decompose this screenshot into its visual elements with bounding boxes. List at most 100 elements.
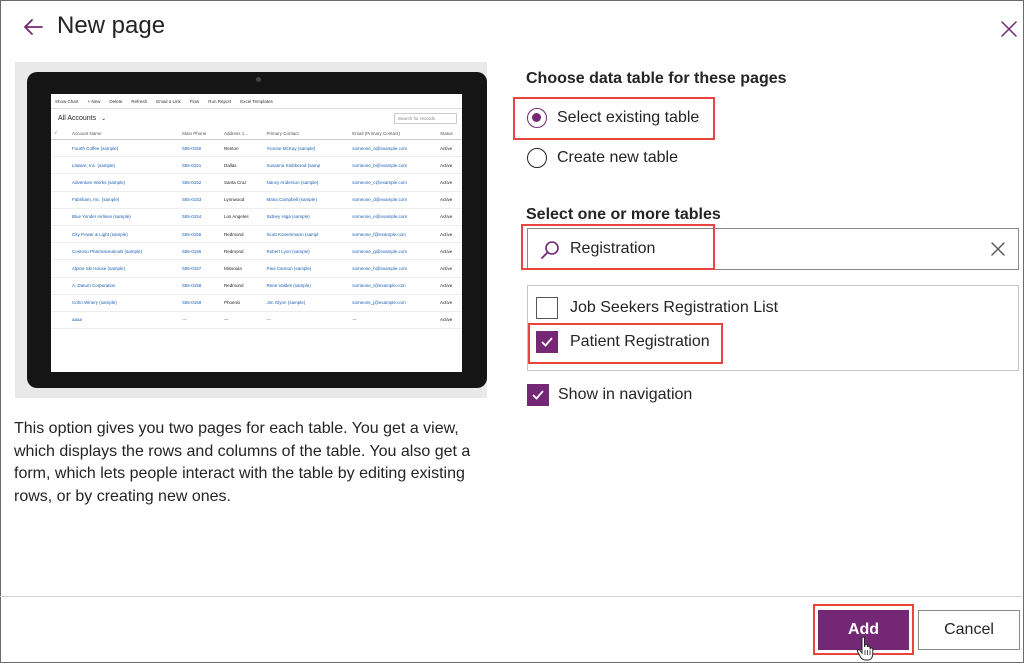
preview-table-cell: Redmond (221, 225, 264, 244)
preview-table-cell: Lynnwood (221, 191, 264, 209)
preview-table-cell: Active (436, 191, 462, 209)
preview-search: Search for records (394, 113, 457, 124)
preview-toolbar-item: + New (87, 98, 101, 104)
preview-table-cell: someone_f@example.com (349, 225, 437, 244)
preview-table-cell: Santa Cruz (221, 173, 264, 192)
cancel-button[interactable]: Cancel (918, 610, 1020, 650)
preview-table-cell: Fourth Coffee (sample) (69, 139, 180, 158)
preview-table-cell: Los Angeles (221, 208, 264, 226)
preview-view-header: All Accounts ⌄ Search for records (51, 109, 462, 127)
chevron-down-icon: ⌄ (101, 115, 107, 122)
preview-table-cell: 555-0154 (179, 208, 222, 226)
radio-button-selected[interactable] (527, 108, 547, 128)
preview-table-header: ✓ Account Name Main Phone Address 1... P… (51, 127, 462, 140)
close-icon[interactable] (998, 18, 1020, 40)
preview-table-row: Adventure Works (sample) 555-0152 Santa Cr… (51, 173, 462, 192)
preview-table-cell: aaaa (69, 311, 180, 330)
preview-table-cell: someone_c@example.com (349, 173, 437, 192)
preview-column-header: Main Phone (179, 127, 222, 140)
checkbox[interactable] (536, 297, 558, 319)
preview-table-cell: Rene Valdes (sample) (263, 277, 350, 295)
preview-table-cell: 555-0155 (179, 225, 222, 244)
preview-table-cell: Active (436, 139, 462, 158)
preview-table-cell: someone_g@example.com (349, 242, 437, 261)
preview-table-cell: Fabrikam, Inc. (sample) (69, 191, 180, 209)
preview-table-cell: 555-0159 (179, 294, 222, 312)
preview-table-cell: Active (436, 156, 462, 175)
preview-table-cell: Active (436, 277, 462, 295)
row-icon-cell (51, 277, 69, 295)
preview-table-cell: someone_i@example.com (349, 277, 437, 295)
back-arrow-icon[interactable] (20, 14, 46, 40)
preview-table-row: Blue Yonder Airlines (sample) 555-0154 Los… (51, 208, 462, 226)
preview-table-row: aaaa --- --- --- --- Active (51, 311, 462, 330)
preview-table-cell: Robert Lyon (sample) (263, 242, 350, 261)
preview-table-row: Litware, Inc. (sample) 555-0151 Dallas Susa… (51, 156, 462, 175)
preview-table-cell: Susanna Stubberod (samp (263, 156, 350, 175)
preview-table-cell: Yvonne McKay (sample) (263, 139, 350, 158)
radio-label: Select existing table (557, 109, 700, 126)
preview-table-cell: Litware, Inc. (sample) (69, 156, 180, 175)
dialog-title: New page (57, 12, 166, 39)
highlight-box (528, 323, 723, 364)
radio-label: Create new table (557, 149, 678, 166)
preview-table-cell: --- (349, 311, 437, 330)
row-icon-cell (51, 311, 69, 330)
preview-toolbar-item: Delete (109, 98, 123, 104)
preview-table-cell: someone_j@example.com (349, 294, 437, 312)
preview-toolbar-item: Show Chart (55, 98, 79, 104)
preview-table-cell: 555-0150 (179, 139, 222, 158)
show-in-navigation-toggle[interactable]: Show in navigation (527, 384, 692, 406)
footer-divider (0, 596, 1022, 597)
preview-table-row: Fourth Coffee (sample) 555-0150 Renton Yvon… (51, 139, 462, 158)
preview-table-cell: A. Datum Corporation (69, 277, 180, 295)
preview-table-cell: Renton (221, 139, 264, 158)
data-table-heading: Choose data table for these pages (526, 70, 787, 87)
preview-toolbar-item: Excel Templates (240, 98, 273, 104)
preview-table-cell: Active (436, 311, 462, 330)
row-icon-cell (51, 294, 69, 312)
row-icon-cell (51, 208, 69, 226)
checkbox-checked[interactable] (527, 384, 549, 406)
preview-table-cell: Coho Winery (sample) (69, 294, 180, 312)
preview-table-row: Alpine Ski House (sample) 555-0157 Missoul… (51, 259, 462, 278)
preview-toolbar-item: Email a Link (156, 98, 181, 104)
clear-icon[interactable] (990, 241, 1006, 257)
preview-table-cell: Nancy Anderson (sample) (263, 173, 350, 192)
description-text: This option gives you two pages for each… (14, 420, 471, 505)
preview-table-cell: Alpine Ski House (sample) (69, 259, 180, 278)
preview-view-title: All Accounts (58, 114, 97, 122)
preview-column-header: Status (436, 127, 462, 140)
preview-table-cell: Phoenix (221, 294, 264, 312)
preview-toolbar-item: Run Report (208, 98, 232, 104)
preview-table-cell: Blue Yonder Airlines (sample) (69, 208, 180, 226)
tables-heading: Select one or more tables (526, 206, 721, 223)
preview-table-cell: 555-0157 (179, 259, 222, 278)
preview-table-row: Contoso Pharmaceuticals (sample) 555-0156… (51, 242, 462, 261)
preview-table-cell: Redmond (221, 277, 264, 295)
preview-table-cell: someone_a@example.com (349, 139, 437, 158)
preview-toolbar: Show Chart + New Delete Refresh Email a … (51, 94, 462, 109)
radio-button[interactable] (527, 148, 547, 168)
radio-select-existing[interactable]: Select existing table (527, 108, 699, 128)
preview-table-cell: Active (436, 294, 462, 312)
preview-column-header: Email (Primary Contact) (349, 127, 437, 140)
preview-table-cell: someone_d@example.com (349, 191, 437, 209)
row-icon-cell (51, 242, 69, 261)
preview-table-cell: Paul Cannon (sample) (263, 259, 350, 278)
camera-dot (256, 77, 261, 82)
result-job-seekers[interactable]: Job Seekers Registration List (536, 297, 778, 319)
preview-table: ✓ Account Name Main Phone Address 1... P… (51, 127, 462, 330)
preview-column-header: Account Name (69, 127, 180, 140)
radio-create-new[interactable]: Create new table (527, 148, 678, 168)
preview-toolbar-item: Flow (189, 98, 200, 104)
preview-table-cell: 555-0158 (179, 277, 222, 295)
preview-table-cell: Scott Konersmann (sampl (263, 225, 350, 244)
preview-table-cell: Active (436, 242, 462, 261)
preview-table-cell: Contoso Pharmaceuticals (sample) (69, 242, 180, 261)
preview-table-row: City Power & Light (sample) 555-0155 Redmo… (51, 225, 462, 244)
preview-table-cell: 555-0151 (179, 156, 222, 175)
preview-table-cell: --- (221, 311, 264, 330)
preview-table-cell: someone_h@example.com (349, 259, 437, 278)
tablet-frame: Show Chart + New Delete Refresh Email a … (27, 72, 487, 388)
